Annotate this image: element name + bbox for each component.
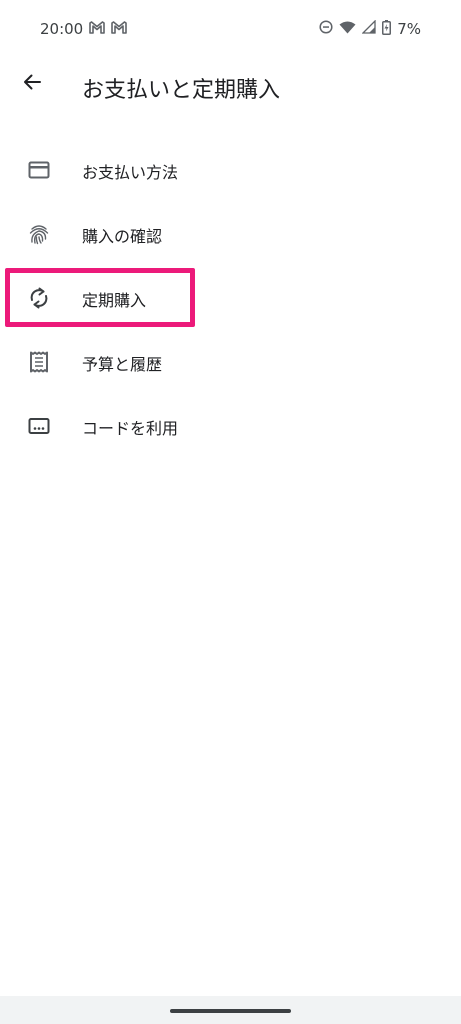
app-bar: お支払いと定期購入 bbox=[0, 58, 461, 122]
receipt-icon bbox=[27, 350, 51, 374]
status-right: 7% bbox=[319, 19, 421, 39]
sync-icon bbox=[27, 286, 51, 310]
wifi-icon bbox=[339, 20, 356, 38]
status-time: 20:00 bbox=[40, 20, 84, 38]
menu-item-redeem-code[interactable]: コードを利用 bbox=[0, 394, 461, 458]
status-bar: 20:00 7% bbox=[0, 0, 461, 58]
page-title: お支払いと定期購入 bbox=[82, 78, 281, 103]
menu-item-label: 定期購入 bbox=[82, 291, 147, 310]
menu-item-label: お支払い方法 bbox=[82, 163, 179, 182]
menu-item-label: 予算と履歴 bbox=[82, 355, 163, 374]
menu-item-purchase-verification[interactable]: 購入の確認 bbox=[0, 202, 461, 266]
menu-item-subscriptions[interactable]: 定期購入 bbox=[0, 266, 461, 330]
do-not-disturb-icon bbox=[319, 20, 333, 38]
gmail-icon bbox=[111, 20, 128, 38]
navigation-bar bbox=[0, 996, 461, 1024]
menu-item-label: 購入の確認 bbox=[82, 227, 163, 246]
menu-item-label: コードを利用 bbox=[82, 419, 179, 438]
battery-icon bbox=[382, 19, 392, 39]
menu-item-budget-history[interactable]: 予算と履歴 bbox=[0, 330, 461, 394]
signal-icon bbox=[361, 19, 376, 38]
fingerprint-icon bbox=[27, 222, 51, 246]
menu-list: お支払い方法 購入の確認 定期購入 予算と履歴 コードを利用 bbox=[0, 138, 461, 458]
gesture-handle[interactable] bbox=[170, 1009, 291, 1013]
menu-item-payment-methods[interactable]: お支払い方法 bbox=[0, 138, 461, 202]
arrow-back-icon bbox=[22, 72, 42, 96]
back-button[interactable] bbox=[14, 66, 50, 102]
battery-percent: 7% bbox=[397, 20, 421, 38]
gmail-icon bbox=[89, 20, 106, 38]
redeem-code-icon bbox=[27, 414, 51, 438]
credit-card-icon bbox=[27, 158, 51, 182]
status-left: 20:00 bbox=[40, 20, 128, 38]
